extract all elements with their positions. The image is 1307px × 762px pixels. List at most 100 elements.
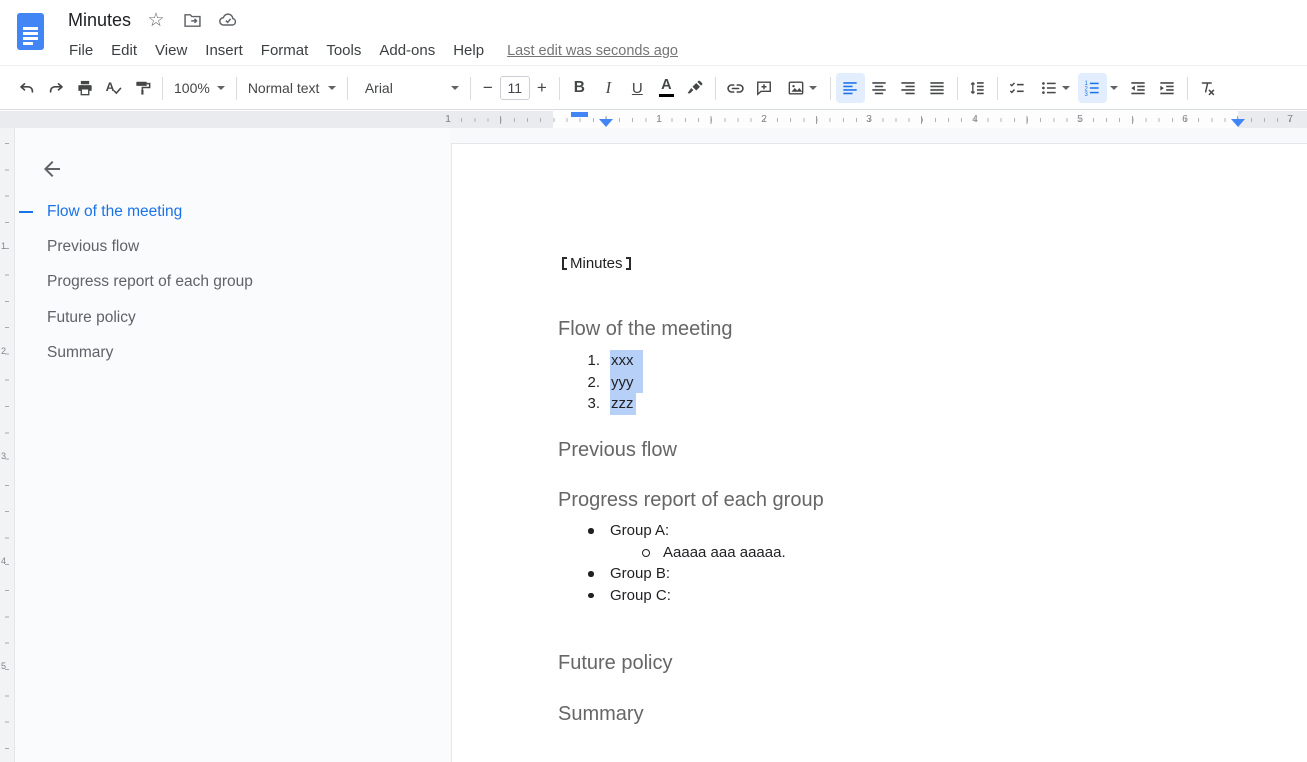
document-page[interactable]: Minutes Flow of the meeting 1. xxx 2. yy… [451,143,1307,762]
increase-font-size-button[interactable]: + [530,78,554,98]
list-item[interactable]: 3. zzz [452,393,1307,415]
heading-flow-of-the-meeting[interactable]: Flow of the meeting [558,316,733,342]
first-line-indent-marker[interactable] [571,112,588,117]
bold-button[interactable]: B [565,73,594,103]
list-item[interactable]: Aaaaa aaa aaaaa. [452,542,1307,564]
heading-summary[interactable]: Summary [558,701,644,727]
list-item[interactable]: Group B: [452,563,1307,585]
font-family-select[interactable]: Arial [353,73,465,103]
justify-button[interactable] [923,73,952,103]
redo-button[interactable] [41,73,70,103]
cloud-saved-icon [217,9,239,31]
insert-image-button[interactable] [779,73,825,103]
outline-item-progress-report[interactable]: Progress report of each group [15,265,450,300]
print-button[interactable] [70,73,99,103]
list-item[interactable]: Group A: [452,520,1307,542]
move-to-folder-button[interactable] [181,9,203,31]
font-size-input[interactable]: 11 [500,76,530,100]
svg-text:3: 3 [1085,92,1089,98]
paint-format-button[interactable] [128,73,157,103]
numbered-list-icon: 1 2 3 [1082,78,1102,98]
undo-button[interactable] [12,73,41,103]
last-edit-status-link[interactable]: Last edit was seconds ago [507,43,678,59]
left-indent-marker[interactable] [599,119,613,127]
underline-button[interactable]: U [623,73,652,103]
highlight-color-button[interactable] [681,73,710,103]
text-color-icon: A [659,79,674,97]
text-color-button[interactable]: A [652,73,681,103]
outline-item-future-policy[interactable]: Future policy [15,300,450,335]
menu-addons[interactable]: Add-ons [370,40,444,61]
ruler-label: 1 [445,113,451,126]
heading-progress-report[interactable]: Progress report of each group [558,487,824,513]
align-right-button[interactable] [894,73,923,103]
italic-button[interactable]: I [594,73,623,103]
decrease-indent-button[interactable] [1124,73,1153,103]
vruler-label: 5 [1,661,6,671]
left-lenticular-bracket-icon [562,257,567,270]
outline-item-flow-of-the-meeting[interactable]: Flow of the meeting [15,194,450,229]
menu-view[interactable]: View [146,40,196,61]
menu-bar: File Edit View Insert Format Tools Add-o… [69,40,678,61]
menu-file[interactable]: File [69,40,102,61]
outline-panel: Flow of the meeting Previous flow Progre… [15,128,450,762]
align-center-icon [869,78,889,98]
decrease-font-size-button[interactable]: − [476,78,500,98]
numbered-list-button[interactable]: 1 2 3 [1078,73,1107,103]
menu-insert[interactable]: Insert [196,40,252,61]
menu-edit[interactable]: Edit [102,40,146,61]
menu-format[interactable]: Format [252,40,318,61]
increase-indent-button[interactable] [1153,73,1182,103]
toolbar-divider [347,77,348,100]
toolbar-divider [830,77,831,100]
numbered-list: 1. xxx 2. yyy 3. zzz [452,350,1307,415]
horizontal-ruler: 1 1 2 3 4 5 6 7 [0,111,1307,128]
docs-logo-icon[interactable] [17,13,44,50]
chevron-down-icon[interactable] [809,86,817,90]
spell-check-button[interactable]: A [99,73,128,103]
document-status-button[interactable] [217,9,239,31]
clear-formatting-button[interactable] [1193,73,1222,103]
topbar: Minutes ☆ File Edit View Insert Format T… [0,0,1307,66]
bullet-list: Group A: Aaaaa aaa aaaaa. Group B: Group… [452,520,1307,606]
menu-help[interactable]: Help [444,40,493,61]
right-indent-marker[interactable] [1231,119,1245,127]
heading-future-policy[interactable]: Future policy [558,650,673,676]
list-item[interactable]: 2. yyy [452,372,1307,394]
insert-comment-button[interactable] [750,73,779,103]
redo-icon [46,78,66,98]
heading-previous-flow[interactable]: Previous flow [558,437,677,463]
document-title[interactable]: Minutes [68,8,131,32]
paint-format-icon [133,78,153,98]
ruler-label: 1 [656,113,662,126]
toolbar-divider [162,77,163,100]
ruler-label: 6 [1182,113,1188,126]
zoom-select[interactable]: 100% [168,73,231,103]
close-outline-button[interactable] [39,156,65,182]
chevron-down-icon[interactable] [1062,86,1070,90]
list-number: 3. [572,393,600,415]
chevron-down-icon[interactable] [1110,86,1118,90]
outline-item-previous-flow[interactable]: Previous flow [15,229,450,264]
outline-item-summary[interactable]: Summary [15,336,450,371]
line-spacing-button[interactable] [963,73,992,103]
highlighter-icon [685,78,705,98]
paragraph-style-select[interactable]: Normal text [242,73,342,103]
font-family-value: Arial [365,80,393,96]
doc-paragraph-bracket-title[interactable]: Minutes [452,253,1307,275]
menu-tools[interactable]: Tools [317,40,370,61]
list-item[interactable]: Group C: [452,585,1307,607]
star-button[interactable]: ☆ [145,9,167,31]
current-position-indicator [19,211,33,214]
align-center-button[interactable] [865,73,894,103]
bulleted-list-button[interactable] [1032,73,1078,103]
ruler-label: 3 [866,113,872,126]
selected-text: xxx [610,350,643,372]
list-item[interactable]: 1. xxx [452,350,1307,372]
svg-text:A: A [106,80,115,94]
insert-link-button[interactable] [721,73,750,103]
toolbar-divider [997,77,998,100]
align-left-button[interactable] [836,73,865,103]
justify-icon [927,78,947,98]
checklist-button[interactable] [1003,73,1032,103]
